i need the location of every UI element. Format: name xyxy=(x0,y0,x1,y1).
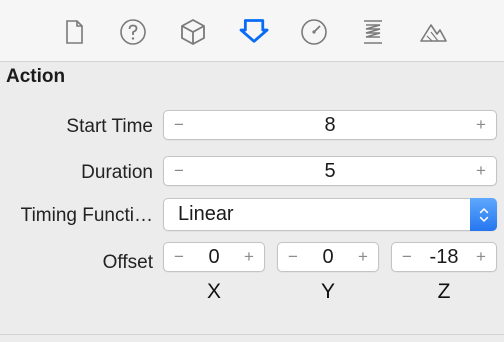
offset-y-stepper[interactable]: − 0 + xyxy=(277,242,379,272)
terrain-inspector-icon[interactable] xyxy=(415,14,451,50)
offset-y-axis-label: Y xyxy=(320,280,335,303)
offset-x-increment-button[interactable]: + xyxy=(236,243,262,271)
duration-decrement-button[interactable]: − xyxy=(166,157,192,185)
file-inspector-icon[interactable] xyxy=(56,14,92,50)
section-title: Action xyxy=(6,66,66,87)
start-time-stepper[interactable]: − 8 + xyxy=(163,110,497,140)
offset-z-stepper[interactable]: − -18 + xyxy=(391,242,497,272)
duration-value[interactable]: 5 xyxy=(192,157,468,185)
offset-z-axis-label: Z xyxy=(437,280,451,303)
duration-stepper[interactable]: − 5 + xyxy=(163,156,497,186)
offset-z-value[interactable]: -18 xyxy=(420,243,468,271)
timing-function-value: Linear xyxy=(178,203,234,225)
start-time-label: Start Time xyxy=(66,116,153,137)
physics-inspector-icon[interactable] xyxy=(355,14,391,50)
offset-x-stepper[interactable]: − 0 + xyxy=(163,242,265,272)
offset-y-value[interactable]: 0 xyxy=(306,243,350,271)
action-inspector-icon[interactable] xyxy=(236,14,272,50)
offset-label: Offset xyxy=(102,252,153,273)
timing-function-popup[interactable]: Linear xyxy=(163,198,497,231)
offset-y-decrement-button[interactable]: − xyxy=(280,243,306,271)
node-inspector-icon[interactable] xyxy=(175,14,211,50)
offset-x-axis-label: X xyxy=(206,280,221,303)
start-time-value[interactable]: 8 xyxy=(192,111,468,139)
offset-z-decrement-button[interactable]: − xyxy=(394,243,420,271)
duration-label: Duration xyxy=(81,162,153,183)
section-divider xyxy=(0,334,504,335)
quick-help-icon[interactable] xyxy=(115,14,151,50)
offset-y-increment-button[interactable]: + xyxy=(350,243,376,271)
timing-function-label: Timing Functi… xyxy=(20,205,153,226)
start-time-decrement-button[interactable]: − xyxy=(166,111,192,139)
offset-x-value[interactable]: 0 xyxy=(192,243,236,271)
popup-arrows-icon[interactable] xyxy=(470,198,497,231)
inspector-toolbar xyxy=(0,0,504,62)
duration-increment-button[interactable]: + xyxy=(468,157,494,185)
attributes-inspector-icon[interactable] xyxy=(296,14,332,50)
start-time-increment-button[interactable]: + xyxy=(468,111,494,139)
offset-x-decrement-button[interactable]: − xyxy=(166,243,192,271)
offset-z-increment-button[interactable]: + xyxy=(468,243,494,271)
